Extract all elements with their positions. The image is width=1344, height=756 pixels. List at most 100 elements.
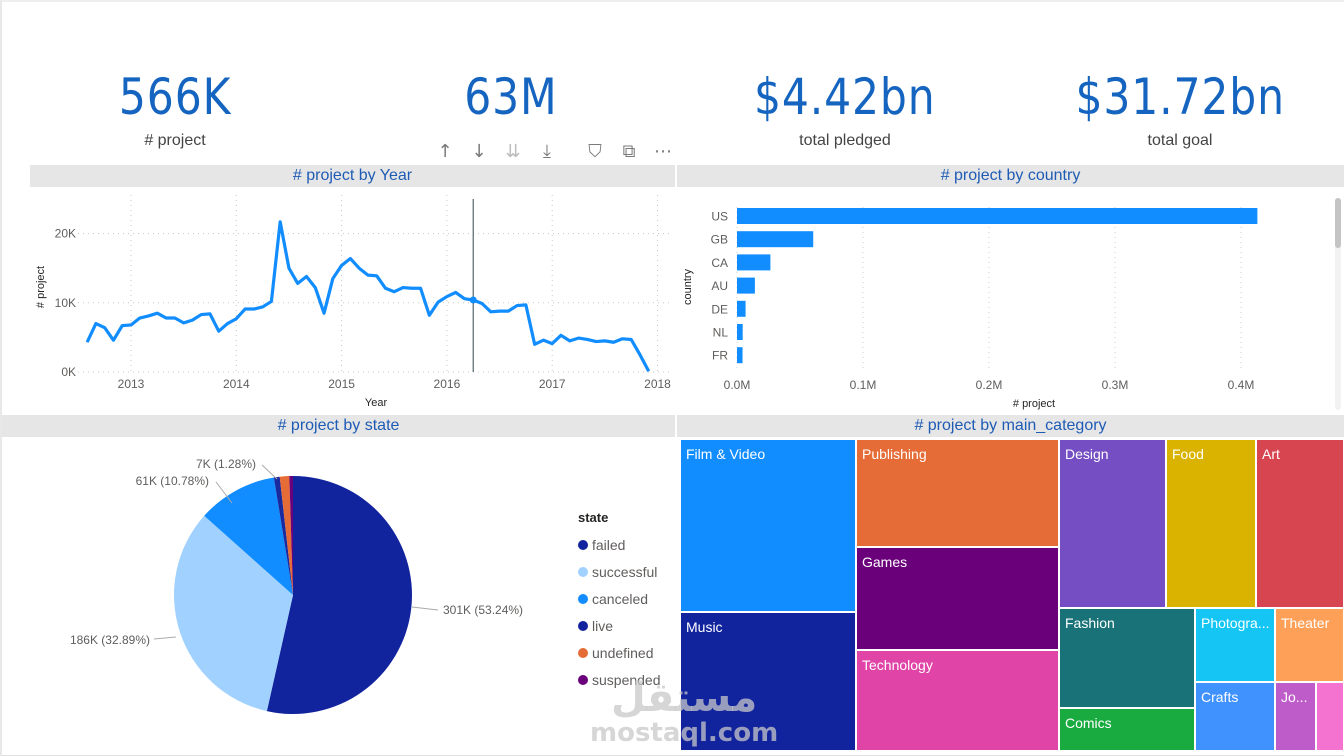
treemap-title: # project by main_category	[677, 415, 1344, 437]
treemap-tile-film-video[interactable]: Film & Video	[680, 439, 856, 612]
kpi-label: # project	[144, 132, 206, 149]
line-chart[interactable]: 0K 10K 20K 2013 2014 2015 2016 2017 2018 Year # pr…	[30, 187, 675, 412]
tile-label: Art	[1262, 446, 1280, 462]
tile-label: Photogra...	[1201, 615, 1270, 631]
treemap-tile-games[interactable]: Games	[856, 547, 1059, 650]
tile-label: Publishing	[862, 446, 927, 462]
tile-label: Crafts	[1201, 689, 1239, 705]
legend-item-failed[interactable]: failed	[578, 531, 661, 558]
bar-gb	[737, 231, 814, 248]
more-options-icon[interactable]: ⋯	[646, 138, 680, 164]
legend-item-live[interactable]: live	[578, 612, 661, 639]
legend-item-suspended[interactable]: suspended	[578, 666, 661, 693]
kpi-card-backers[interactable]: 63M total backers	[343, 62, 679, 150]
y-tick-label: 20K	[55, 227, 76, 241]
bar-chart[interactable]: 0.0M 0.1M 0.2M 0.3M 0.4M US GB CA AU DE NL FR # proj…	[677, 187, 1337, 412]
legend-dot	[578, 566, 588, 577]
treemap-tile-art[interactable]: Art	[1256, 439, 1344, 608]
x-axis-title: # project	[1013, 398, 1055, 410]
legend-label: canceled	[592, 590, 649, 607]
tile-label: Fashion	[1065, 615, 1115, 631]
kpi-card-goal[interactable]: $31.72bn total goal	[1012, 62, 1344, 150]
treemap-tile-journalism[interactable]: Jo...	[1275, 682, 1316, 751]
y-tick-label: DE	[711, 302, 728, 316]
x-tick-label: 2013	[118, 377, 145, 391]
pie-legend: state failed successful canceled live un…	[578, 510, 661, 693]
legend-dot	[578, 593, 588, 604]
x-tick-label: 0.3M	[1102, 378, 1129, 392]
tile-label: Games	[862, 554, 908, 570]
treemap-tile-technology[interactable]: Technology	[856, 650, 1059, 751]
bar-us	[737, 208, 1258, 224]
y-tick-label: 0K	[61, 365, 76, 379]
legend-item-undefined[interactable]: undefined	[578, 639, 661, 666]
kpi-value: 566K	[118, 68, 232, 126]
double-arrow-down-icon[interactable]: ⇊	[496, 138, 530, 164]
y-axis-title: # project	[35, 266, 47, 308]
arrow-up-icon[interactable]: ↑	[428, 138, 462, 164]
treemap-tile-design[interactable]: Design	[1059, 439, 1166, 608]
arrow-down-icon[interactable]: ↓	[462, 138, 496, 164]
kpi-value: $31.72bn	[1075, 68, 1285, 126]
treemap-tile-music[interactable]: Music	[680, 612, 856, 751]
scrollbar-thumb[interactable]	[1335, 198, 1341, 248]
x-tick-label: 2017	[539, 377, 566, 391]
y-tick-label: CA	[711, 256, 728, 270]
treemap-tile-dance[interactable]	[1316, 682, 1344, 751]
leader-line	[261, 464, 278, 480]
tile-label: Film & Video	[686, 446, 766, 462]
y-tick-label: GB	[711, 233, 728, 247]
focus-mode-icon[interactable]: ⧉	[612, 138, 646, 164]
data-label-successful: 186K (32.89%)	[70, 633, 150, 647]
tile-label: Theater	[1281, 615, 1330, 631]
treemap-tile-fashion[interactable]: Fashion	[1059, 608, 1195, 708]
line-series	[85, 220, 651, 373]
x-tick-label: 2015	[328, 377, 355, 391]
legend-item-canceled[interactable]: canceled	[578, 585, 661, 612]
treemap-tile-food[interactable]: Food	[1166, 439, 1256, 608]
pie-chart[interactable]: 301K (53.24%) 186K (32.89%) 61K (10.78%) 7K…	[2, 437, 572, 755]
legend-dot	[578, 674, 588, 685]
x-tick-label: 0.4M	[1228, 378, 1255, 392]
kpi-card-pledged[interactable]: $4.42bn total pledged	[677, 62, 1013, 150]
treemap: Film & Video Music Publishing Games Tech…	[680, 439, 1344, 751]
bar-chart-title: # project by country	[677, 165, 1344, 187]
bar-chart-scrollbar[interactable]	[1335, 198, 1341, 410]
tile-label: Jo...	[1281, 689, 1308, 705]
legend-label: live	[592, 617, 614, 634]
treemap-tile-crafts[interactable]: Crafts	[1195, 682, 1275, 751]
legend-dot	[578, 539, 588, 550]
treemap-tile-theater[interactable]: Theater	[1275, 608, 1344, 682]
tile-label: Comics	[1065, 715, 1112, 731]
legend-dot	[578, 647, 588, 658]
x-axis-title: Year	[365, 397, 388, 409]
treemap-tile-publishing[interactable]: Publishing	[856, 439, 1059, 547]
visual-header-toolbar: ↑ ↓ ⇊ ⤓ ⛉ ⧉ ⋯	[428, 138, 680, 164]
x-tick-label: 0.1M	[850, 378, 877, 392]
legend-title: state	[578, 510, 609, 525]
bar-ca	[737, 254, 771, 271]
treemap-tile-comics[interactable]: Comics	[1059, 708, 1195, 751]
legend-item-successful[interactable]: successful	[578, 558, 661, 585]
expand-hierarchy-icon[interactable]: ⤓	[530, 138, 564, 164]
legend-label: suspended	[592, 671, 661, 688]
crosshair-point	[469, 296, 477, 304]
data-label-undefined: 7K (1.28%)	[196, 457, 256, 471]
x-tick-label: 0.2M	[976, 378, 1003, 392]
bar-fr	[737, 347, 743, 364]
y-tick-label: AU	[711, 279, 728, 293]
legend-dot	[578, 620, 588, 631]
y-tick-label: 10K	[55, 296, 76, 310]
bar-au	[737, 277, 755, 294]
data-label-canceled: 61K (10.78%)	[136, 474, 209, 488]
kpi-card-projects[interactable]: 566K # project	[7, 62, 343, 150]
filter-icon[interactable]: ⛉	[578, 138, 612, 164]
y-axis-title: country	[682, 268, 694, 305]
kpi-label: total goal	[1147, 132, 1213, 149]
treemap-tile-photography[interactable]: Photogra...	[1195, 608, 1275, 682]
kpi-label: total pledged	[799, 132, 891, 149]
tile-label: Technology	[862, 657, 933, 673]
tile-label: Music	[686, 619, 723, 635]
y-tick-label: NL	[713, 326, 729, 340]
y-tick-label: US	[711, 210, 728, 224]
